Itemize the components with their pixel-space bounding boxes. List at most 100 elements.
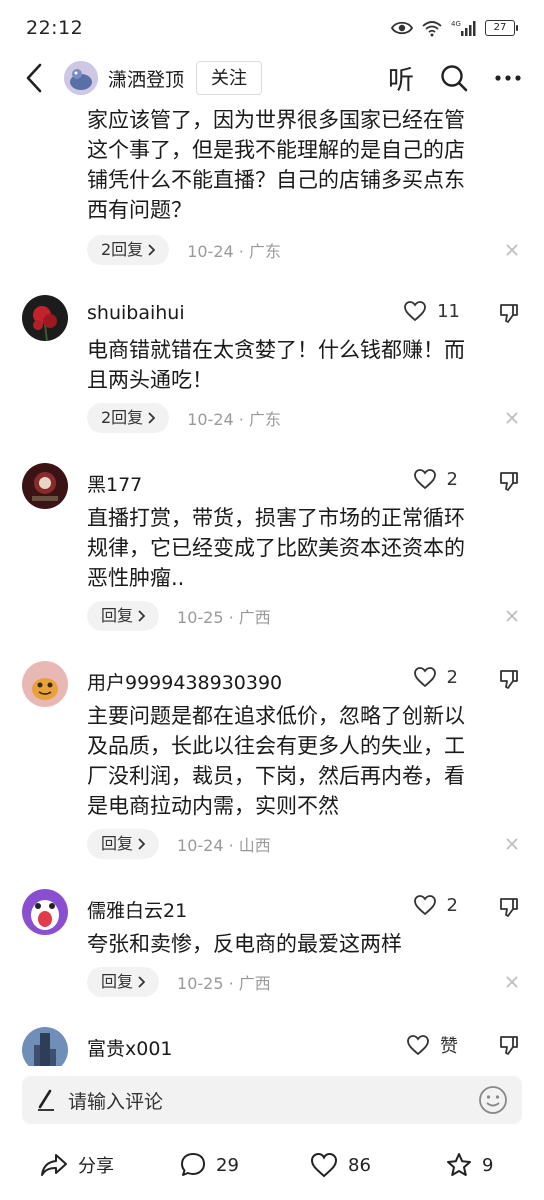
heart-icon [413, 667, 436, 688]
comment-line: 直播打赏，带货，损害了市场的正常循环 [87, 506, 465, 530]
header: 潇洒登顶 关注 听 [0, 56, 544, 100]
commenter-name[interactable]: 黑177 [87, 470, 142, 497]
comment-date-location: 10-24 · 广东 [187, 410, 281, 429]
comment-text: 直播打赏，带货，损害了市场的正常循环 规律，它已经变成了比欧美资本还资本的 恶性… [87, 503, 517, 593]
replies-button[interactable]: 2回复 [87, 403, 170, 433]
comment-input[interactable]: 请输入评论 [22, 1076, 522, 1124]
thumbs-down-icon[interactable] [498, 470, 520, 492]
heart-icon [407, 1035, 429, 1056]
comment-text: 主要问题是都在追求低价，忽略了创新以 及品质，长此以往会有更多人的失业，工 厂没… [87, 701, 517, 821]
like-button[interactable]: 2 [413, 666, 458, 688]
like-count: 2 [446, 894, 458, 916]
wifi-icon [422, 21, 442, 37]
comment-date-location: 10-25 · 广西 [177, 608, 271, 627]
favorite-button[interactable]: 9 [446, 1152, 493, 1178]
comment-feed[interactable]: 家应该管了，因为世界很多国家已经在管 这个事了，但是我不能理解的是自己的店 铺凭… [0, 100, 544, 1066]
bottom-action-bar: 分享 29 86 9 [0, 1140, 544, 1190]
chevron-right-icon [138, 976, 146, 988]
comment-meta: 回复 10-25 · 广西 [87, 601, 271, 631]
like-count: 赞 [440, 1036, 458, 1057]
comment-meta: 2回复 10-24 · 广东 [87, 235, 281, 265]
follow-button[interactable]: 关注 [196, 61, 263, 95]
chevron-right-icon [138, 838, 146, 850]
listen-button[interactable]: 听 [388, 60, 414, 97]
like-count: 2 [446, 468, 458, 490]
close-icon[interactable] [504, 608, 520, 624]
commenter-name[interactable]: 富贵x001 [87, 1034, 173, 1061]
heart-icon [404, 301, 426, 322]
comment-meta: 回复 10-25 · 广西 [87, 967, 271, 997]
like-button[interactable]: 2 [413, 894, 458, 916]
comment-bubble-icon [181, 1153, 205, 1176]
comment-line: 主要问题是都在追求低价，忽略了创新以 [87, 704, 465, 728]
avatar[interactable] [22, 1027, 68, 1066]
replies-label: 回复 [101, 606, 134, 625]
thumbs-down-icon[interactable] [498, 896, 520, 918]
close-icon[interactable] [504, 242, 520, 258]
comment-line: 是电商拉动内需，实则不然 [87, 794, 339, 818]
more-icon[interactable] [494, 74, 522, 82]
comment-line: 这个事了，但是我不能理解的是自己的店 [87, 138, 465, 162]
close-icon[interactable] [504, 836, 520, 852]
replies-label: 2回复 [101, 240, 144, 259]
comment-line: 家应该管了，因为世界很多国家已经在管 [87, 108, 465, 132]
close-icon[interactable] [504, 974, 520, 990]
input-placeholder: 请输入评论 [68, 1090, 164, 1113]
search-icon[interactable] [440, 64, 468, 92]
like-post-count: 86 [348, 1154, 371, 1176]
comment-text: 夸张和卖惨，反电商的最爱这两样 [87, 929, 517, 959]
chevron-right-icon [138, 610, 146, 622]
avatar[interactable] [22, 463, 68, 509]
replies-label: 2回复 [101, 408, 144, 427]
author-avatar[interactable] [64, 61, 98, 95]
like-button[interactable]: 2 [413, 468, 458, 490]
thumbs-down-icon[interactable] [498, 302, 520, 324]
replies-button[interactable]: 回复 [87, 967, 160, 997]
like-post-button[interactable]: 86 [310, 1152, 371, 1178]
share-button[interactable]: 分享 [40, 1152, 114, 1178]
comment-line: 西有问题？ [87, 198, 192, 222]
avatar[interactable] [22, 295, 68, 341]
network-label: 4G [451, 20, 461, 28]
commenter-name[interactable]: 用户9999438930390 [87, 668, 282, 695]
eye-icon [391, 21, 413, 35]
thumbs-down-icon[interactable] [498, 1034, 520, 1056]
emoji-icon[interactable] [478, 1085, 508, 1115]
commenter-name[interactable]: 儒雅白云21 [87, 896, 187, 923]
back-button[interactable] [16, 56, 52, 100]
star-icon [447, 1153, 471, 1176]
close-icon[interactable] [504, 410, 520, 426]
replies-button[interactable]: 2回复 [87, 235, 170, 265]
like-button[interactable]: 赞 [406, 1032, 458, 1058]
avatar[interactable] [22, 889, 68, 935]
replies-label: 回复 [101, 834, 134, 853]
thumbs-down-icon[interactable] [498, 668, 520, 690]
comment-meta: 回复 10-24 · 山西 [87, 829, 271, 859]
commenter-name[interactable]: shuibaihui [87, 302, 185, 324]
author-name[interactable]: 潇洒登顶 [108, 65, 184, 92]
comment-line: 电商错就错在太贪婪了！什么钱都赚！而 [87, 338, 465, 362]
share-label: 分享 [78, 1156, 114, 1177]
favorite-count: 9 [482, 1154, 494, 1176]
replies-button[interactable]: 回复 [87, 829, 160, 859]
heart-icon [413, 895, 436, 916]
heart-icon [310, 1152, 338, 1178]
battery-icon: 27 [485, 20, 518, 36]
like-button[interactable]: 11 [403, 300, 460, 322]
signal-icon: 4G [451, 20, 476, 36]
chevron-right-icon [148, 244, 156, 256]
share-icon [41, 1154, 67, 1176]
comment-line: 规律，它已经变成了比欧美资本还资本的 [87, 536, 465, 560]
avatar[interactable] [22, 661, 68, 707]
battery-level: 27 [485, 20, 515, 36]
status-icons: 4G 27 [391, 19, 518, 37]
replies-button[interactable]: 回复 [87, 601, 160, 631]
status-bar: 22:12 4G 27 [0, 0, 544, 56]
like-count: 2 [446, 666, 458, 688]
chevron-right-icon [148, 412, 156, 424]
comment-line: 厂没利润，裁员，下岗，然后再内卷，看 [87, 764, 465, 788]
comment-meta: 2回复 10-24 · 广东 [87, 403, 281, 433]
comments-button[interactable]: 29 [180, 1152, 239, 1178]
replies-label: 回复 [101, 972, 134, 991]
heart-icon [413, 469, 436, 490]
